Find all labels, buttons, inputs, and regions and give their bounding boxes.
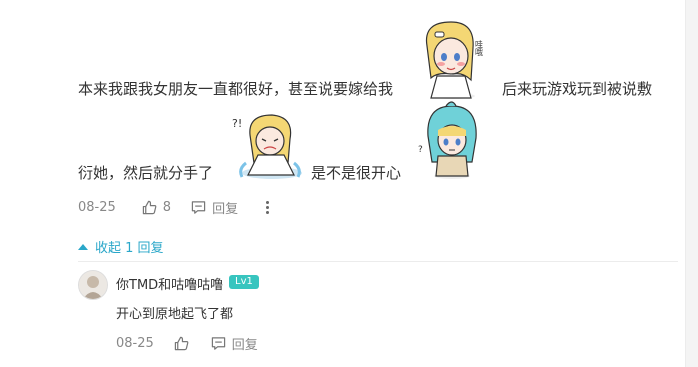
reply-button[interactable]: 回复 bbox=[191, 198, 238, 217]
collapse-replies-label: 收起 1 回复 bbox=[95, 241, 164, 256]
like-button[interactable]: 8 bbox=[142, 200, 171, 215]
like-count: 8 bbox=[162, 200, 172, 215]
comment-bubble-icon bbox=[211, 337, 225, 350]
blushing-girl-sticker: 哇哦 bbox=[425, 21, 484, 99]
avatar[interactable] bbox=[78, 270, 108, 300]
crying-girl-sticker: ?! bbox=[232, 114, 302, 179]
reply-reply-button[interactable]: 回复 bbox=[211, 334, 258, 353]
comment-text-line1-end: 后来玩游戏玩到被说敷 bbox=[502, 80, 653, 98]
triangle-up-icon bbox=[78, 243, 88, 250]
svg-text:哇哦: 哇哦 bbox=[475, 39, 484, 56]
reply-username[interactable]: 你TMD和咕噜咕噜 bbox=[116, 274, 223, 293]
comment-bubble-icon bbox=[191, 201, 206, 214]
comment-thread: 本来我跟我女朋友一直都很好，甚至说要嫁给我 哇哦 后来玩游戏玩到被说敷 衍她，然… bbox=[0, 0, 686, 367]
avatar-image bbox=[79, 271, 107, 299]
comment-text-line2-end: 是不是很开心 bbox=[311, 164, 402, 182]
reply-label: 回复 bbox=[212, 202, 239, 217]
reply-reply-label: 回复 bbox=[231, 338, 258, 353]
level-badge: Lv1 bbox=[229, 275, 259, 289]
comment-date: 08-25 bbox=[78, 200, 116, 215]
thumbs-up-icon bbox=[142, 200, 157, 215]
reply-meta-row: 08-25 回复 bbox=[116, 334, 258, 353]
comment-text-line1-start: 本来我跟我女朋友一直都很好，甚至说要嫁给我 bbox=[78, 80, 394, 98]
reply-like-button[interactable] bbox=[174, 336, 189, 351]
collapse-replies-button[interactable]: 收起 1 回复 bbox=[78, 237, 164, 256]
comment-meta-row: 08-25 8 回复 bbox=[78, 198, 270, 217]
reply-date: 08-25 bbox=[116, 336, 154, 351]
scrollbar-track[interactable] bbox=[685, 0, 698, 367]
divider bbox=[78, 261, 678, 262]
thumbs-up-icon bbox=[174, 336, 189, 351]
svg-text:?!: ?! bbox=[232, 117, 242, 130]
reply-text: 开心到原地起飞了都 bbox=[116, 307, 234, 322]
comment-text-line2-start: 衍她，然后就分手了 bbox=[78, 164, 214, 182]
hooded-girl-sticker: ? bbox=[418, 101, 477, 179]
more-options-icon[interactable] bbox=[266, 201, 270, 214]
svg-text:?: ? bbox=[418, 145, 423, 155]
